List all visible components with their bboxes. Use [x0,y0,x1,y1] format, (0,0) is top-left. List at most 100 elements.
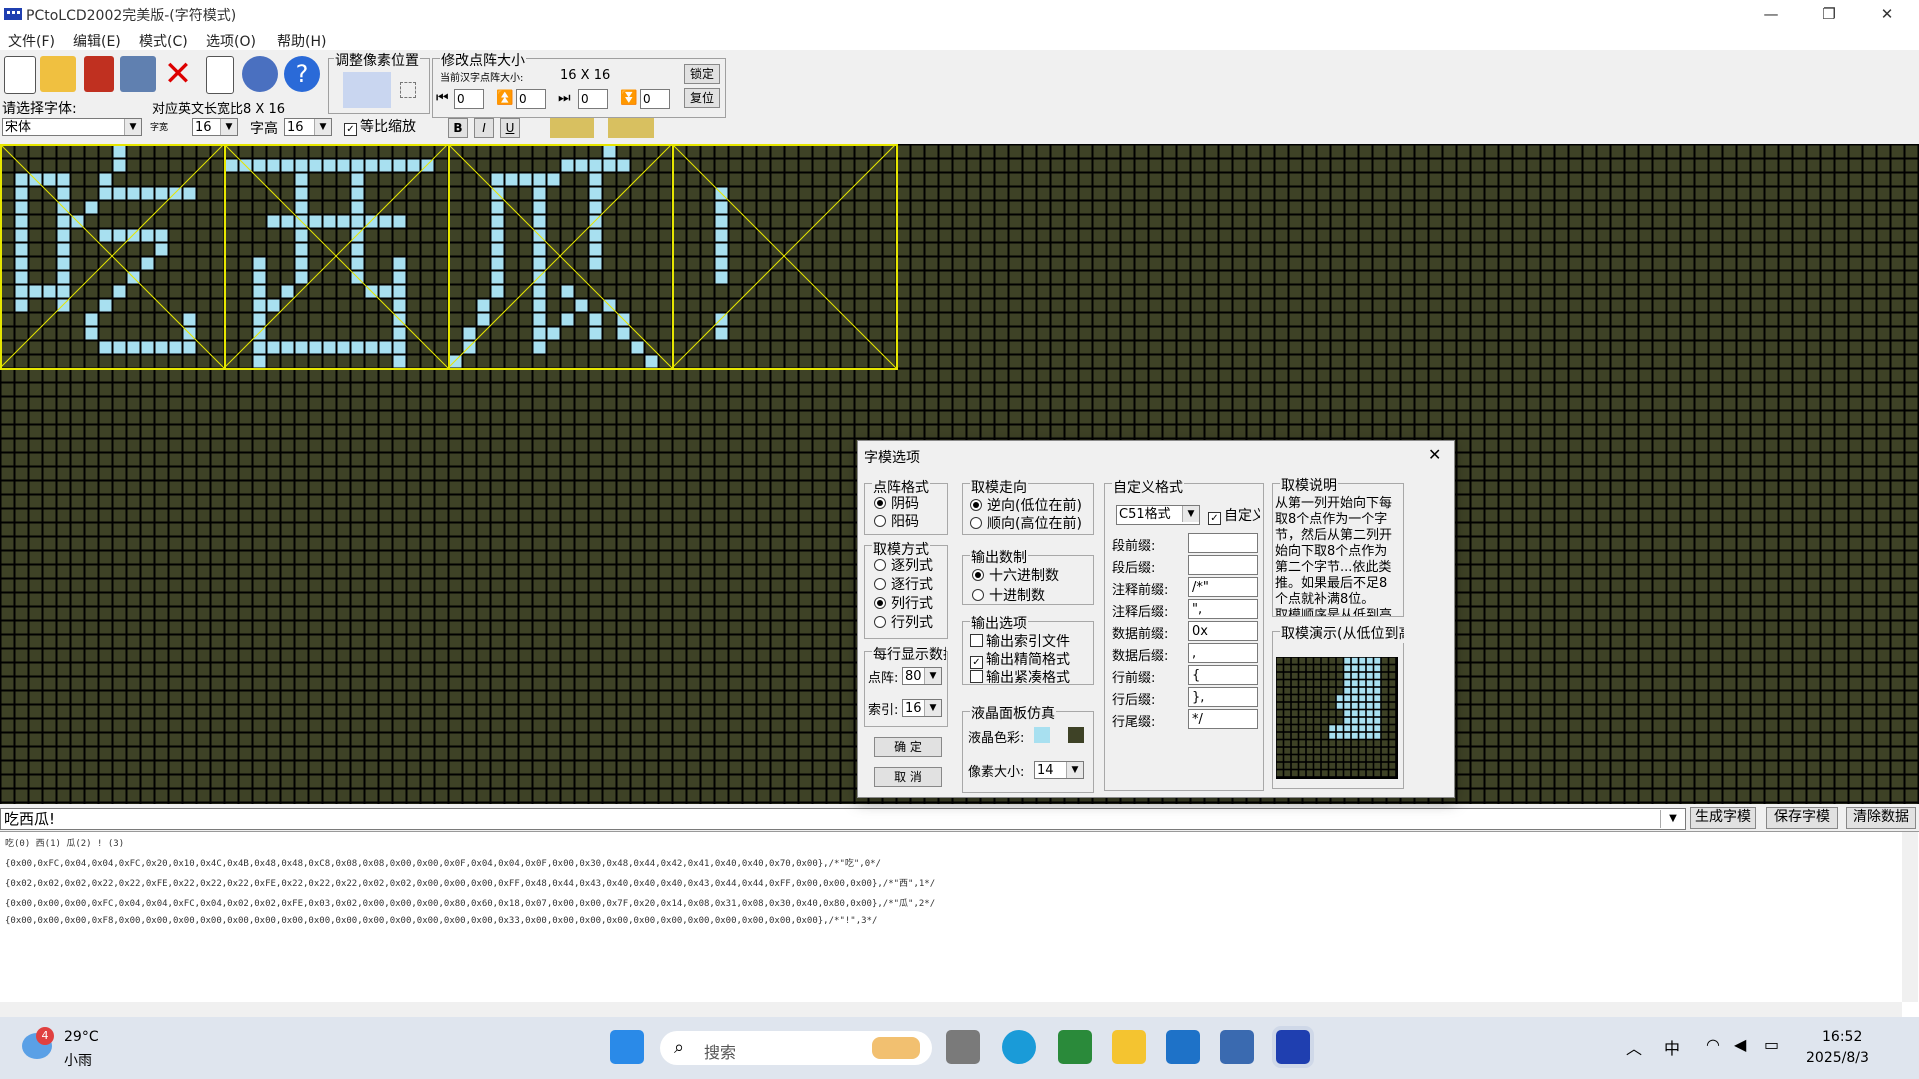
up-arrow-icon[interactable]: ⏫ [496,90,513,106]
rotate-icon[interactable] [550,118,594,138]
height-select[interactable]: 16 ▼ [284,118,332,136]
lit-pixel[interactable] [393,159,406,172]
lit-pixel[interactable] [477,313,490,326]
lock-button[interactable]: 锁定 [684,64,720,84]
right-spin[interactable]: 0 [578,89,608,109]
custom-field-input[interactable]: 0x [1188,621,1258,641]
lit-pixel[interactable] [309,159,322,172]
lit-pixel[interactable] [589,257,602,270]
lit-pixel[interactable] [295,201,308,214]
radio-forward[interactable]: 顺向(高位在前) [970,513,1082,531]
file-explorer-icon[interactable] [1112,1030,1146,1064]
lit-pixel[interactable] [141,187,154,200]
task-view-icon[interactable] [946,1030,980,1064]
ok-button[interactable]: 确 定 [874,737,942,757]
minimize-button[interactable]: — [1742,0,1800,28]
lit-pixel[interactable] [589,243,602,256]
lit-pixel[interactable] [589,229,602,242]
lit-pixel[interactable] [323,215,336,228]
lit-pixel[interactable] [393,299,406,312]
weather-temp[interactable]: 29°C [64,1029,99,1045]
lit-pixel[interactable] [589,173,602,186]
lit-pixel[interactable] [393,341,406,354]
lit-pixel[interactable] [519,173,532,186]
cancel-button[interactable]: 取 消 [874,767,942,787]
lit-pixel[interactable] [393,327,406,340]
lit-pixel[interactable] [15,299,28,312]
lit-pixel[interactable] [99,229,112,242]
lit-pixel[interactable] [365,341,378,354]
lit-pixel[interactable] [351,243,364,256]
menu-mode[interactable]: 模式(C) [139,31,188,51]
lit-pixel[interactable] [15,187,28,200]
lit-pixel[interactable] [393,257,406,270]
volume-icon[interactable]: ◀ [1734,1035,1746,1054]
lit-pixel[interactable] [561,313,574,326]
lit-pixel[interactable] [491,215,504,228]
lit-pixel[interactable] [57,243,70,256]
custom-field-input[interactable] [1188,555,1258,575]
radio-decimal[interactable]: 十进制数 [972,585,1045,605]
lit-pixel[interactable] [365,159,378,172]
lit-pixel[interactable] [393,271,406,284]
lit-pixel[interactable] [183,187,196,200]
lit-pixel[interactable] [533,187,546,200]
lit-pixel[interactable] [351,201,364,214]
lit-pixel[interactable] [449,355,462,368]
lit-pixel[interactable] [533,257,546,270]
left-spin[interactable]: 0 [454,89,484,109]
lit-pixel[interactable] [253,299,266,312]
lit-pixel[interactable] [99,187,112,200]
custom-field-input[interactable]: , [1188,643,1258,663]
gear-icon[interactable] [242,56,278,92]
chevron-down-icon[interactable]: ▼ [1660,810,1685,828]
maximize-button[interactable]: ❐ [1800,0,1858,28]
lit-pixel[interactable] [575,299,588,312]
lit-pixel[interactable] [309,341,322,354]
lit-pixel[interactable] [379,215,392,228]
weather-desc[interactable]: 小雨 [64,1050,92,1070]
lit-pixel[interactable] [533,313,546,326]
lit-pixel[interactable] [99,341,112,354]
lit-pixel[interactable] [295,243,308,256]
lit-pixel[interactable] [379,159,392,172]
lit-pixel[interactable] [15,271,28,284]
wifi-icon[interactable]: ◠ [1706,1035,1720,1054]
lit-pixel[interactable] [99,299,112,312]
lit-pixel[interactable] [267,215,280,228]
lit-pixel[interactable] [351,215,364,228]
lit-pixel[interactable] [29,285,42,298]
lit-pixel[interactable] [85,327,98,340]
lit-pixel[interactable] [15,229,28,242]
lit-pixel[interactable] [295,271,308,284]
lit-pixel[interactable] [547,173,560,186]
lit-pixel[interactable] [295,229,308,242]
lit-pixel[interactable] [253,159,266,172]
lit-pixel[interactable] [351,173,364,186]
lit-pixel[interactable] [15,257,28,270]
lit-pixel[interactable] [141,257,154,270]
lit-pixel[interactable] [533,271,546,284]
custom-field-input[interactable]: }, [1188,687,1258,707]
lit-pixel[interactable] [57,229,70,242]
horizontal-scrollbar[interactable] [0,1002,1902,1018]
lit-pixel[interactable] [15,215,28,228]
lit-pixel[interactable] [491,271,504,284]
lit-pixel[interactable] [351,159,364,172]
document-icon[interactable] [206,56,234,94]
import-icon[interactable] [120,56,156,92]
lit-pixel[interactable] [141,341,154,354]
lit-pixel[interactable] [253,257,266,270]
menu-options[interactable]: 选项(O) [206,31,256,51]
lit-pixel[interactable] [127,229,140,242]
lit-pixel[interactable] [99,173,112,186]
lit-pixel[interactable] [141,229,154,242]
save-icon[interactable] [84,56,114,92]
lit-pixel[interactable] [463,327,476,340]
lit-pixel[interactable] [533,341,546,354]
lit-pixel[interactable] [113,341,126,354]
lit-pixel[interactable] [183,341,196,354]
custom-field-input[interactable]: ", [1188,599,1258,619]
lit-pixel[interactable] [113,187,126,200]
lit-pixel[interactable] [253,341,266,354]
